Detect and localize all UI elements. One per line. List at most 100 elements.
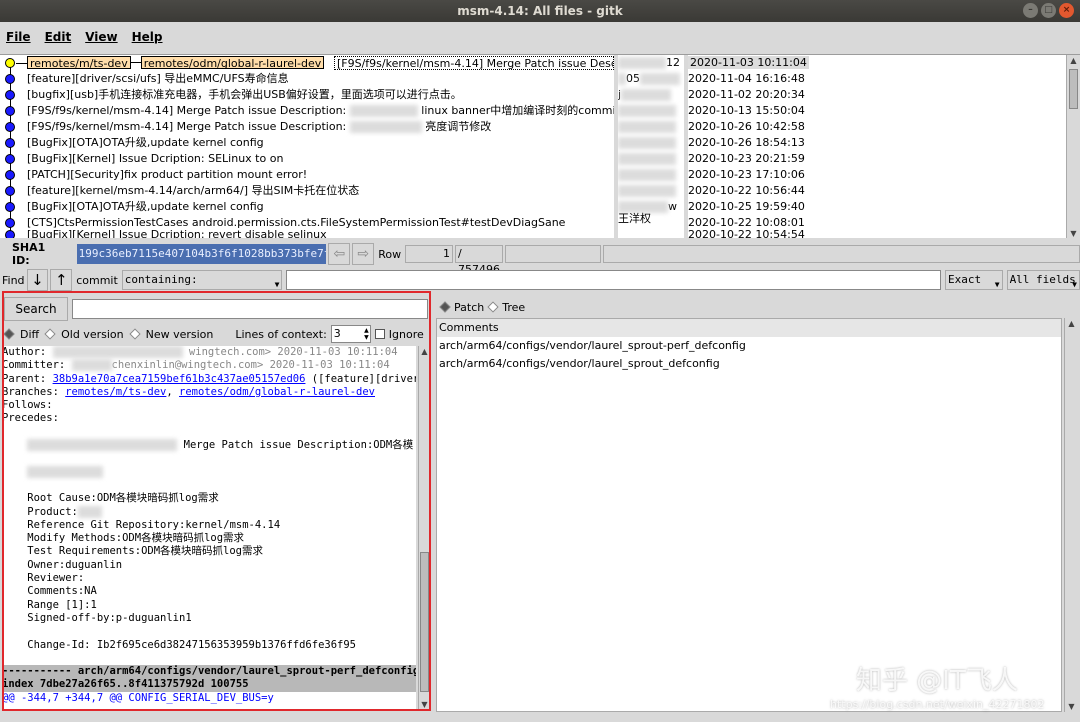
commit-row[interactable]: [bugfix][usb]手机连接标准充电器，手机会弹出USB偏好设置，里面选项… <box>0 87 614 103</box>
commit-graph-column[interactable]: remotes/m/ts-dev remotes/odm/global-r-la… <box>0 55 614 238</box>
tab-patch[interactable]: Patch <box>454 301 484 314</box>
sha-label: SHA1 ID: <box>12 241 46 267</box>
ignore-label: Ignore <box>388 327 424 341</box>
scroll-up-icon[interactable]: ▲ <box>420 347 429 356</box>
menu-view[interactable]: View <box>85 30 117 44</box>
author-cell: 05 <box>618 71 684 87</box>
context-label: Lines of context: <box>235 327 327 341</box>
find-row: Find ↓ ↑ commit containing: ▼ Exact ▼ All … <box>0 268 1080 292</box>
radio-new-version[interactable] <box>128 328 141 340</box>
branch-link[interactable]: remotes/m/ts-dev <box>65 386 166 398</box>
redacted-block <box>349 121 422 133</box>
find-type[interactable]: commit <box>76 274 118 287</box>
sha-field[interactable]: 199c36eb7115e407104b3f6f1028bb373bfe7ffa <box>76 244 327 264</box>
head-commit-message[interactable]: [F9S/f9s/kernel/msm-4.14] Merge Patch is… <box>334 56 614 70</box>
commit-message: [BugFix][OTA]OTA升级,update kernel config <box>27 200 264 213</box>
ref-tag[interactable]: remotes/m/ts-dev <box>27 56 131 70</box>
tab-tree[interactable]: Tree <box>502 301 525 314</box>
file-list-scrollbar[interactable]: ▲ ▼ <box>1064 318 1078 712</box>
commit-row[interactable]: [feature][kernel/msm-4.14/arch/arm64/] 导… <box>0 183 614 199</box>
diff-file-header: ----------- arch/arm64/configs/vendor/la… <box>2 665 416 679</box>
diff-pane: Search Diff Old version New version Line… <box>0 292 432 714</box>
comments-item[interactable]: Comments <box>437 319 1061 337</box>
diff-text-area[interactable]: Author: wingtech.com> 2020-11-03 10:11:0… <box>2 346 416 710</box>
commit-row[interactable]: [PATCH][Security]fix product partition m… <box>0 167 614 183</box>
row-label: Row <box>378 247 402 261</box>
tag-label: remotes/odm/global-r-laurel-dev <box>143 57 322 70</box>
file-list[interactable]: Comments arch/arm64/configs/vendor/laure… <box>436 318 1062 712</box>
commit-row[interactable]: [BugFix][OTA]OTA升级,update kernel config <box>0 135 614 151</box>
reviewer-line: Reviewer: <box>2 572 85 585</box>
menu-help[interactable]: Help <box>132 30 163 44</box>
commit-row[interactable]: [BugFix][Kernel] Issue Dcription: revert… <box>0 227 614 238</box>
repo-line: Reference Git Repository:kernel/msm-4.14 <box>2 518 281 531</box>
date-cell: 2020-11-02 20:20:34 <box>688 88 805 101</box>
menu-file[interactable]: File <box>6 30 31 44</box>
date-cell: 2020-10-23 20:21:59 <box>688 152 805 165</box>
close-icon[interactable]: × <box>1059 3 1074 18</box>
radio-tree[interactable] <box>487 301 499 313</box>
forward-arrow-icon[interactable]: ⇨ <box>352 243 375 265</box>
find-next-down-icon[interactable]: ↓ <box>26 269 49 291</box>
methods-line: Modify Methods:ODM各模块暗码抓log需求 <box>2 532 245 545</box>
find-input[interactable] <box>286 270 942 290</box>
watermark-url: https://blog.csdn.net/weixin_42271802 <box>830 698 1045 711</box>
search-button[interactable]: Search <box>4 297 68 321</box>
back-arrow-icon[interactable]: ⇦ <box>328 243 351 265</box>
ignore-whitespace-checkbox[interactable] <box>374 329 385 339</box>
minimize-icon[interactable]: – <box>1023 3 1038 18</box>
file-item[interactable]: arch/arm64/configs/vendor/laurel_sprout-… <box>437 337 1061 355</box>
scrollbar-thumb[interactable] <box>420 552 429 692</box>
scroll-down-icon[interactable]: ▼ <box>420 700 429 709</box>
author-cell <box>618 151 684 167</box>
radio-old-version[interactable] <box>44 328 56 340</box>
parent-sha-link[interactable]: 38b9a1e70a7cea7159bef61b3c437ae05157ed06 <box>53 373 306 385</box>
root-cause-line: Root Cause:ODM各模块暗码抓log需求 <box>2 492 219 505</box>
commit-message: [PATCH][Security]fix product partition m… <box>27 168 308 181</box>
commit-row-head[interactable]: remotes/m/ts-dev remotes/odm/global-r-la… <box>0 55 614 71</box>
commit-row[interactable]: [BugFix][Kernel] Issue Dcription: SELinu… <box>0 151 614 167</box>
commit-dot <box>5 138 15 148</box>
radio-diff[interactable] <box>3 328 15 340</box>
commit-list-scrollbar[interactable]: ▲ ▼ <box>1066 55 1080 238</box>
branch-link[interactable]: remotes/odm/global-r-laurel-dev <box>179 386 375 398</box>
spin-arrows-icon[interactable]: ▲ ▼ <box>364 327 369 341</box>
scrollbar-thumb[interactable] <box>1069 69 1078 109</box>
row-total: / 757496 <box>455 245 503 276</box>
author-line: Author: <box>2 346 47 358</box>
scroll-up-icon[interactable]: ▲ <box>1069 56 1078 65</box>
date-column[interactable]: 2020-11-03 10:11:04 2020-11-04 16:16:48 … <box>688 55 1064 238</box>
commit-dot <box>5 202 15 212</box>
find-prev-up-icon[interactable]: ↑ <box>50 269 73 291</box>
commit-dot <box>5 154 15 164</box>
ref-tag[interactable]: remotes/odm/global-r-laurel-dev <box>140 56 325 70</box>
maximize-icon[interactable]: □ <box>1041 3 1056 18</box>
file-item[interactable]: arch/arm64/configs/vendor/laurel_sprout_… <box>437 355 1061 373</box>
radio-patch[interactable] <box>439 301 451 313</box>
menubar: File Edit View Help <box>0 22 1080 52</box>
menu-edit[interactable]: Edit <box>45 30 72 44</box>
radio-new-label: New version <box>145 327 214 341</box>
commit-message-tail: 亮度调节修改 <box>425 120 492 133</box>
diff-scrollbar[interactable]: ▲ ▼ <box>418 346 430 710</box>
commit-row[interactable]: [F9S/f9s/kernel/msm-4.14] Merge Patch is… <box>0 103 614 119</box>
comments-line: Comments:NA <box>2 585 97 598</box>
find-match-select[interactable]: Exact ▼ <box>945 270 1003 290</box>
commit-row[interactable]: [feature][driver/scsi/ufs] 导出eMMC/UFS寿命信… <box>0 71 614 87</box>
author-cell <box>618 167 684 183</box>
commit-row[interactable]: [BugFix][OTA]OTA升级,update kernel config <box>0 199 614 215</box>
scroll-down-icon[interactable]: ▼ <box>1067 702 1076 711</box>
context-spinbox[interactable]: 3 ▲ ▼ <box>330 325 371 343</box>
scroll-up-icon[interactable]: ▲ <box>1067 319 1076 328</box>
commit-list-pane: remotes/m/ts-dev remotes/odm/global-r-la… <box>0 54 1080 238</box>
author-column[interactable]: 12 05 j w 王洋权 <box>618 55 684 238</box>
scroll-down-icon[interactable]: ▼ <box>1069 229 1078 238</box>
find-mode-select[interactable]: containing: ▼ <box>121 270 283 290</box>
author-cell: j <box>618 87 684 103</box>
commit-message: [bugfix][usb]手机连接标准充电器，手机会弹出USB偏好设置，里面选项… <box>27 88 462 101</box>
find-fields-select[interactable]: All fields ▼ <box>1006 270 1080 290</box>
commit-row[interactable]: [F9S/f9s/kernel/msm-4.14] Merge Patch is… <box>0 119 614 135</box>
commit-message: [feature][kernel/msm-4.14/arch/arm64/] 导… <box>27 184 360 197</box>
commit-message: [BugFix][OTA]OTA升级,update kernel config <box>27 136 264 149</box>
search-input[interactable] <box>72 299 428 319</box>
